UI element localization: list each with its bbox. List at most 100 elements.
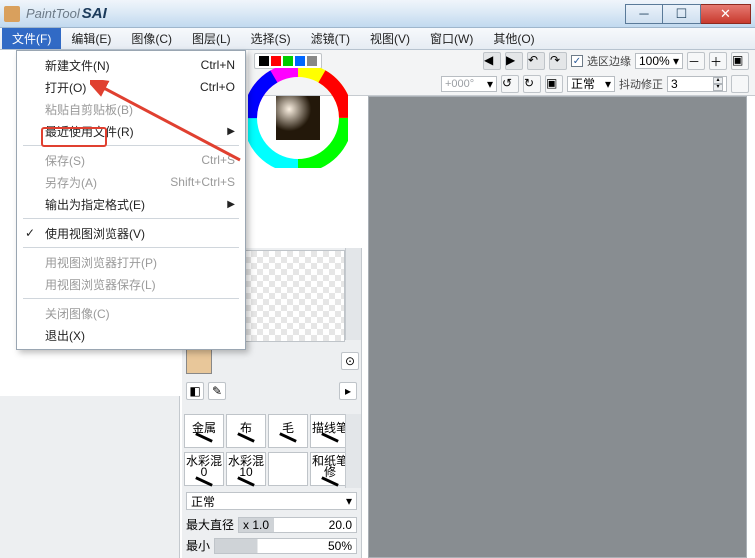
chevron-down-icon: ▾ (346, 494, 352, 508)
brush-preset[interactable]: 金属 (184, 414, 224, 448)
rotate-select[interactable]: +000°▾ (441, 76, 497, 92)
menu-use-viewer[interactable]: ✓使用视图浏览器(V) (17, 222, 245, 244)
nav-prev-button[interactable]: ◀ (483, 52, 501, 70)
menu-window[interactable]: 窗口(W) (420, 28, 483, 49)
menu-recent-files[interactable]: 最近使用文件(R)▶ (17, 120, 245, 142)
max-size-label: 最大直径 (186, 516, 234, 533)
window-titlebar: PaintTool SAI ─ ☐ ✕ (0, 0, 755, 28)
nav-next-button[interactable]: ▶ (505, 52, 523, 70)
stabilizer-label: 抖动修正 (619, 76, 663, 92)
pattern-scrollbar[interactable] (345, 248, 361, 340)
sel-edge-checkbox[interactable]: ✓ (571, 55, 583, 67)
layer-panel (0, 396, 180, 558)
zoom-out-button[interactable]: － (687, 52, 705, 70)
submenu-arrow-icon: ▶ (227, 199, 235, 210)
layer-blend-value: 正常 (571, 75, 595, 92)
zoom-select[interactable]: 100%▾ (635, 53, 683, 69)
preset-scrollbar[interactable] (345, 414, 361, 488)
stabilizer-extra-button[interactable] (731, 75, 749, 93)
max-size-value: 20.0 (329, 518, 352, 532)
redo-button[interactable]: ↷ (549, 52, 567, 70)
close-button[interactable]: ✕ (701, 4, 751, 24)
brush-preset[interactable]: 毛 (268, 414, 308, 448)
file-menu-dropdown: 新建文件(N)Ctrl+N 打开(O)Ctrl+O 粘贴自剪贴板(B) 最近使用… (16, 50, 246, 350)
menu-separator (23, 247, 239, 248)
menubar: 文件(F) 编辑(E) 图像(C) 图层(L) 选择(S) 滤镜(T) 视图(V… (0, 28, 755, 50)
stabilizer-value: 3 (671, 77, 678, 91)
zoom-fit-button[interactable]: ▣ (731, 52, 749, 70)
more-tool-icon[interactable]: ▸ (339, 382, 357, 400)
eraser-icon[interactable]: ◧ (186, 382, 204, 400)
swatch-blue-icon (295, 56, 305, 66)
brush-icon[interactable]: ✎ (208, 382, 226, 400)
app-title-prefix: PaintTool (26, 6, 80, 21)
brush-preset[interactable]: 和纸笔修 (310, 452, 350, 486)
eyedrop-icon[interactable]: ⊙ (341, 352, 359, 370)
brush-blend-value: 正常 (191, 493, 215, 510)
canvas-area[interactable] (368, 96, 747, 558)
chevron-down-icon: ▾ (487, 77, 493, 91)
rotate-cw-button[interactable]: ↻ (523, 75, 541, 93)
maximize-button[interactable]: ☐ (663, 4, 701, 24)
sel-edge-label: 选区边缘 (587, 53, 631, 69)
brush-blend-select[interactable]: 正常 ▾ (186, 492, 357, 510)
swatch-red-icon (271, 56, 281, 66)
max-size-prefix: x 1.0 (243, 518, 269, 532)
menu-file[interactable]: 文件(F) (2, 28, 61, 49)
menu-layer[interactable]: 图层(L) (182, 28, 241, 49)
minimize-button[interactable]: ─ (625, 4, 663, 24)
swatch-black-icon (259, 56, 269, 66)
brush-preset-empty[interactable] (268, 452, 308, 486)
menu-export[interactable]: 输出为指定格式(E)▶ (17, 193, 245, 215)
submenu-arrow-icon: ▶ (227, 126, 235, 137)
color-swatch-toggle[interactable] (254, 53, 322, 69)
menu-save[interactable]: 保存(S)Ctrl+S (17, 149, 245, 171)
menu-separator (23, 298, 239, 299)
brush-preset-row-2: 水彩混0 水彩混10 和纸笔修 (182, 450, 361, 488)
undo-button[interactable]: ↶ (527, 52, 545, 70)
min-size-value: 50% (328, 539, 352, 553)
zoom-value: 100% (639, 54, 670, 68)
menu-image[interactable]: 图像(C) (121, 28, 182, 49)
window-controls: ─ ☐ ✕ (625, 4, 751, 24)
menu-separator (23, 145, 239, 146)
min-size-label: 最小 (186, 537, 210, 554)
menu-view[interactable]: 视图(V) (360, 28, 420, 49)
menu-select[interactable]: 选择(S) (241, 28, 301, 49)
menu-exit[interactable]: 退出(X) (17, 324, 245, 346)
brush-preset[interactable]: 布 (226, 414, 266, 448)
chevron-down-icon: ▾ (605, 77, 611, 91)
app-title-main: SAI (82, 5, 107, 22)
menu-other[interactable]: 其他(O) (483, 28, 544, 49)
menu-close-image[interactable]: 关闭图像(C) (17, 302, 245, 324)
menu-edit[interactable]: 编辑(E) (61, 28, 121, 49)
swatch-grey-icon (307, 56, 317, 66)
menu-separator (23, 218, 239, 219)
menu-open[interactable]: 打开(O)Ctrl+O (17, 76, 245, 98)
rotate-ccw-button[interactable]: ↺ (501, 75, 519, 93)
brush-preset[interactable]: 描线笔 (310, 414, 350, 448)
step-up-icon[interactable]: ▴ (713, 77, 723, 84)
menu-open-viewer[interactable]: 用视图浏览器打开(P) (17, 251, 245, 273)
menu-filter[interactable]: 滤镜(T) (301, 28, 360, 49)
app-icon (4, 6, 20, 22)
menu-save-viewer[interactable]: 用视图浏览器保存(L) (17, 273, 245, 295)
brush-preset[interactable]: 水彩混0 (184, 452, 224, 486)
menu-save-as[interactable]: 另存为(A)Shift+Ctrl+S (17, 171, 245, 193)
chevron-down-icon: ▾ (673, 54, 679, 68)
layer-blend-select[interactable]: 正常 ▾ (567, 76, 615, 92)
brush-preset[interactable]: 水彩混10 (226, 452, 266, 486)
zoom-in-button[interactable]: ＋ (709, 52, 727, 70)
swatch-green-icon (283, 56, 293, 66)
rotate-reset-button[interactable]: ▣ (545, 75, 563, 93)
min-size-slider[interactable]: 50% (214, 538, 357, 554)
menu-new-file[interactable]: 新建文件(N)Ctrl+N (17, 54, 245, 76)
stabilizer-stepper[interactable]: 3 ▴▾ (667, 76, 727, 92)
max-size-slider[interactable]: x 1.0 20.0 (238, 517, 357, 533)
check-icon: ✓ (25, 226, 35, 240)
menu-paste-clipboard[interactable]: 粘贴自剪贴板(B) (17, 98, 245, 120)
fg-color-swatch[interactable] (186, 348, 212, 374)
color-wheel[interactable] (248, 68, 348, 168)
brush-preset-row-1: 金属 布 毛 描线笔 (182, 412, 361, 450)
step-down-icon[interactable]: ▾ (713, 84, 723, 91)
